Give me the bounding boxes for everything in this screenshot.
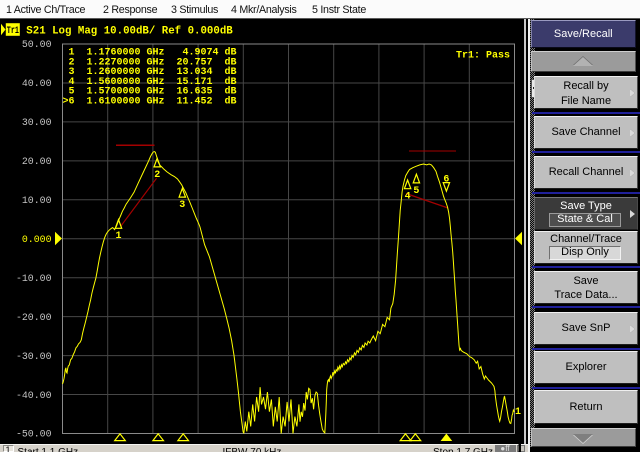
svg-text:3: 3 (179, 200, 185, 211)
svg-text:4: 4 (405, 192, 411, 203)
svg-text:-30.00: -30.00 (16, 351, 52, 362)
svg-text:50.00: 50.00 (22, 39, 52, 50)
svg-text:-10.00: -10.00 (16, 273, 52, 284)
svg-text:30.00: 30.00 (22, 117, 52, 128)
svg-text:1: 1 (515, 407, 521, 418)
svg-text:-50.00: -50.00 (16, 429, 52, 440)
svg-text:-20.00: -20.00 (16, 312, 52, 323)
svg-text:10.00: 10.00 (22, 195, 52, 206)
svg-text:20.00: 20.00 (22, 156, 52, 167)
svg-text:40.00: 40.00 (22, 78, 52, 89)
svg-text:5: 5 (413, 186, 419, 197)
svg-text:2: 2 (154, 170, 160, 181)
svg-text:S21 Log Mag 10.00dB/ Ref 0.000: S21 Log Mag 10.00dB/ Ref 0.000dB (26, 26, 233, 38)
svg-text:-40.00: -40.00 (16, 390, 52, 401)
svg-text:1: 1 (115, 231, 121, 242)
svg-text:Tr1: Pass: Tr1: Pass (456, 50, 510, 61)
svg-text:>6 1.6100000 GHz 11.452 dB: >6 1.6100000 GHz 11.452 dB (63, 95, 237, 107)
svg-text:0.000: 0.000 (22, 234, 52, 245)
svg-text:6: 6 (443, 174, 449, 185)
svg-text:Tr1: Tr1 (7, 26, 19, 37)
